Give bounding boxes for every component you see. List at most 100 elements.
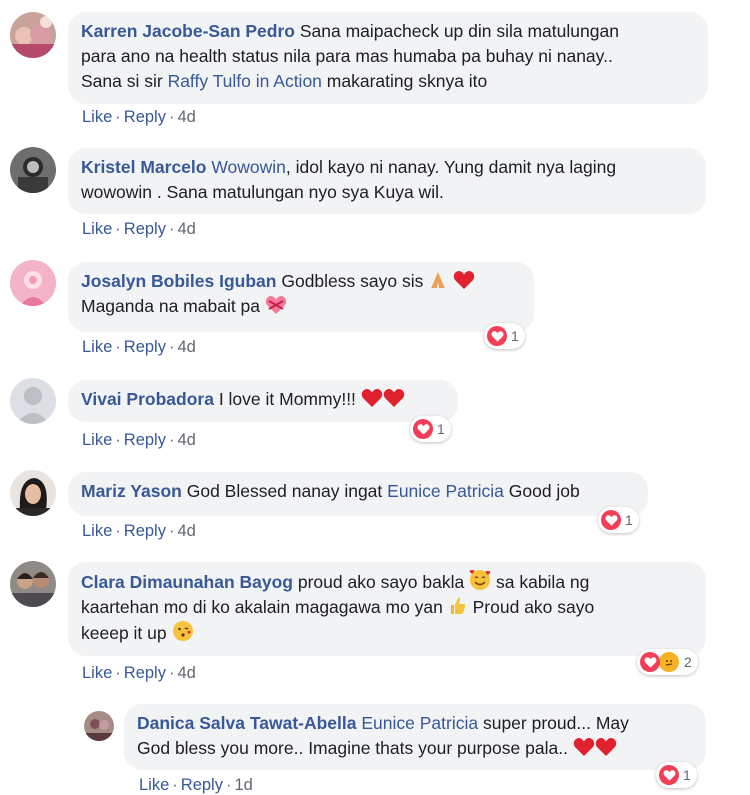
reaction-count[interactable]: 1 bbox=[656, 762, 697, 788]
red-heart-icon bbox=[595, 738, 617, 756]
separator: · bbox=[115, 338, 121, 356]
thumbs-up-icon bbox=[450, 597, 466, 614]
timestamp[interactable]: 4d bbox=[177, 431, 195, 449]
timestamp[interactable]: 4d bbox=[177, 220, 195, 238]
reply-link[interactable]: Reply bbox=[124, 108, 166, 126]
separator: · bbox=[172, 776, 178, 794]
avatar[interactable] bbox=[10, 378, 56, 424]
reply-link[interactable]: Reply bbox=[124, 664, 166, 682]
folded-hands-icon bbox=[431, 272, 446, 288]
avatar[interactable] bbox=[10, 561, 56, 607]
reply-link[interactable]: Reply bbox=[124, 338, 166, 356]
reaction-number: 1 bbox=[437, 421, 445, 437]
separator: · bbox=[115, 522, 121, 540]
comment-text: keeep it up bbox=[81, 623, 167, 643]
comment-bubble: Vivai Probadora I love it Mommy!!! bbox=[68, 380, 458, 422]
comment-text: I love it Mommy!!! bbox=[218, 389, 356, 409]
comment-bubble: Clara Dimaunahan Bayog proud ako sayo ba… bbox=[68, 562, 706, 656]
like-link[interactable]: Like bbox=[82, 108, 112, 126]
separator: · bbox=[168, 220, 175, 238]
comment-author[interactable]: Josalyn Bobiles Iguban bbox=[81, 271, 276, 291]
red-heart-icon bbox=[383, 389, 405, 407]
separator: · bbox=[168, 431, 175, 449]
comment-text: super proud... May bbox=[478, 713, 629, 733]
comment-text: sa kabila ng bbox=[491, 572, 590, 592]
reaction-count[interactable]: 2 bbox=[637, 649, 698, 675]
comment-author[interactable]: Karren Jacobe-San Pedro bbox=[81, 21, 295, 41]
avatar[interactable] bbox=[10, 12, 56, 58]
timestamp[interactable]: 4d bbox=[177, 108, 195, 126]
comment-text: para ano na health status nila para mas … bbox=[81, 46, 613, 66]
comment-text: wowowin . Sana matulungan nyo sya Kuya w… bbox=[81, 182, 444, 202]
separator: · bbox=[115, 220, 121, 238]
love-reaction-icon bbox=[640, 652, 660, 672]
red-heart-icon bbox=[453, 271, 475, 289]
love-reaction-icon bbox=[487, 326, 507, 346]
separator: · bbox=[168, 522, 175, 540]
timestamp[interactable]: 4d bbox=[177, 338, 195, 356]
heart-with-ribbon-icon bbox=[265, 296, 287, 314]
like-link[interactable]: Like bbox=[82, 338, 112, 356]
comment-bubble: Karren Jacobe-San Pedro Sana maipacheck … bbox=[68, 12, 708, 104]
smiling-face-with-hearts-icon bbox=[469, 570, 491, 590]
red-heart-icon bbox=[361, 389, 383, 407]
reaction-number: 2 bbox=[684, 654, 692, 670]
like-link[interactable]: Like bbox=[82, 431, 112, 449]
love-reaction-icon bbox=[413, 419, 433, 439]
comment-author[interactable]: Danica Salva Tawat-Abella bbox=[137, 713, 357, 733]
separator: · bbox=[168, 664, 175, 682]
comment-author[interactable]: Mariz Yason bbox=[81, 481, 182, 501]
reaction-number: 1 bbox=[511, 328, 519, 344]
comment-text: proud ako sayo bakla bbox=[297, 572, 465, 592]
mention-link[interactable]: Raffy Tulfo in Action bbox=[168, 71, 322, 91]
comment-author[interactable]: Clara Dimaunahan Bayog bbox=[81, 572, 293, 592]
reaction-count[interactable]: 1 bbox=[484, 323, 525, 349]
timestamp[interactable]: 4d bbox=[177, 522, 195, 540]
comment-text: makarating sknya ito bbox=[321, 71, 488, 91]
reply-link[interactable]: Reply bbox=[181, 776, 223, 794]
separator: · bbox=[168, 338, 175, 356]
separator: · bbox=[115, 108, 121, 126]
comment-text: Good job bbox=[503, 481, 580, 501]
comment-text: Godbless sayo sis bbox=[281, 271, 424, 291]
avatar[interactable] bbox=[10, 260, 56, 306]
comment-bubble: Mariz Yason God Blessed nanay ingat Euni… bbox=[68, 472, 648, 516]
reply-link[interactable]: Reply bbox=[124, 431, 166, 449]
comment-author[interactable]: Kristel Marcelo bbox=[81, 157, 206, 177]
reaction-number: 1 bbox=[625, 512, 633, 528]
comment-text: God Blessed nanay ingat bbox=[186, 481, 388, 501]
like-link[interactable]: Like bbox=[139, 776, 169, 794]
avatar[interactable] bbox=[10, 470, 56, 516]
mention-link[interactable]: Eunice Patricia bbox=[387, 481, 504, 501]
reaction-count[interactable]: 1 bbox=[598, 507, 639, 533]
avatar[interactable] bbox=[10, 147, 56, 193]
comment-text: Maganda na mabait pa bbox=[81, 296, 261, 316]
timestamp[interactable]: 1d bbox=[234, 776, 252, 794]
comment-bubble: Josalyn Bobiles Iguban Godbless sayo sis… bbox=[68, 262, 534, 332]
comment-text: , idol kayo ni nanay. Yung damit nya lag… bbox=[285, 157, 617, 177]
comment-text: Sana si sir bbox=[81, 71, 168, 91]
like-link[interactable]: Like bbox=[82, 522, 112, 540]
comment-bubble: Kristel Marcelo Wowowin, idol kayo ni na… bbox=[68, 148, 706, 214]
like-link[interactable]: Like bbox=[82, 220, 112, 238]
separator: · bbox=[168, 108, 175, 126]
comment-text: Proud ako sayo bbox=[467, 597, 595, 617]
face-blowing-kiss-icon bbox=[172, 621, 193, 641]
separator: · bbox=[115, 431, 121, 449]
like-link[interactable]: Like bbox=[82, 664, 112, 682]
love-reaction-icon bbox=[659, 765, 679, 785]
comment-text: kaartehan mo di ko akalain magagawa mo y… bbox=[81, 597, 443, 617]
separator: · bbox=[115, 664, 121, 682]
mention-link[interactable]: Eunice Patricia bbox=[361, 713, 478, 733]
comment-bubble: Danica Salva Tawat-Abella Eunice Patrici… bbox=[124, 704, 706, 770]
reply-link[interactable]: Reply bbox=[124, 220, 166, 238]
red-heart-icon bbox=[573, 738, 595, 756]
timestamp[interactable]: 4d bbox=[177, 664, 195, 682]
reaction-count[interactable]: 1 bbox=[410, 416, 451, 442]
reply-link[interactable]: Reply bbox=[124, 522, 166, 540]
love-reaction-icon bbox=[601, 510, 621, 530]
mention-link[interactable]: Wowowin bbox=[211, 157, 286, 177]
reaction-number: 1 bbox=[683, 767, 691, 783]
avatar[interactable] bbox=[84, 711, 114, 741]
comment-author[interactable]: Vivai Probadora bbox=[81, 389, 214, 409]
